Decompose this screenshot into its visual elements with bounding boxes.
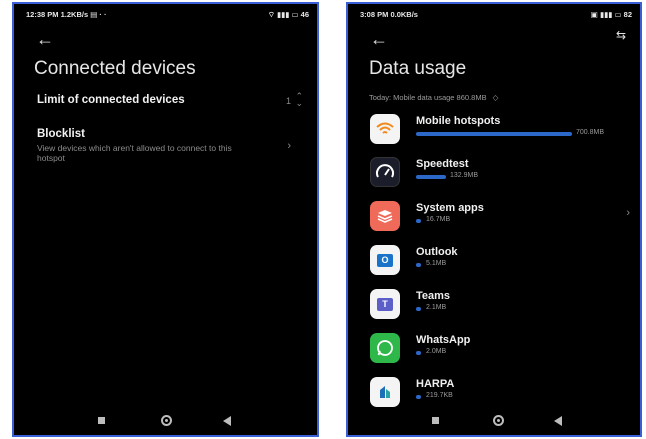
limit-devices-label: Limit of connected devices [37,94,185,106]
home-button[interactable] [161,415,172,426]
usage-bar [416,175,446,179]
usage-summary-text: Today: Mobile data usage 860.8MB [369,93,487,102]
status-time: 3:08 PM [360,10,389,19]
usage-value: 16.7MB [426,216,451,223]
app-row-system-apps[interactable]: System apps 16.7MB › [370,201,630,231]
outlook-icon: O [370,245,400,275]
back-arrow-icon[interactable]: ← [36,30,54,48]
app-name: Teams [416,290,451,302]
usage-bar [416,395,421,399]
up-down-chevron-icon: ⌃ ⌄ [295,91,303,108]
sort-icon[interactable]: ⇆ [616,29,626,41]
usage-value: 700.8MB [576,129,605,136]
teams-icon: T [370,289,400,319]
home-button[interactable] [493,415,504,426]
app-name: Outlook [416,246,458,258]
status-bar: 12:38 PM 1.2KB/s ▤ · · ⌔ ▮▮▮ ▭ 46 [26,10,309,22]
chevron-right-icon: › [626,207,630,219]
signal-icon: ▮▮▮ [599,10,613,19]
wifi-hotspot-icon [370,114,400,144]
sim-icon: ▣ [590,10,598,19]
usage-bar [416,219,421,223]
status-network-speed: 0.0KB/s [390,10,418,19]
usage-value: 2.0MB [426,348,447,355]
usage-value: 132.9MB [450,172,479,179]
signal-icon: ▮▮▮ [276,10,290,19]
usage-value: 5.1MB [426,260,447,267]
app-row-whatsapp[interactable]: WhatsApp 2.0MB [370,333,630,363]
limit-devices-value: 1 [285,96,291,106]
usage-value: 219.7KB [426,392,453,399]
whatsapp-icon [370,333,400,363]
back-arrow-icon[interactable]: ← [370,30,388,48]
back-button[interactable] [554,416,562,426]
app-row-outlook[interactable]: O Outlook 5.1MB [370,245,630,275]
app-name: HARPA [416,378,455,390]
system-apps-icon [370,201,400,231]
page-title: Connected devices [34,58,196,79]
app-row-speedtest[interactable]: Speedtest 132.9MB [370,157,630,187]
message-icon: ▤ · · [90,10,107,19]
recents-button[interactable] [432,417,439,424]
status-bar: 3:08 PM 0.0KB/s ▣ ▮▮▮ ▭ 82 [360,10,632,22]
usage-value: 2.1MB [426,304,447,311]
app-name: Speedtest [416,158,469,170]
recents-button[interactable] [98,417,105,424]
harpa-icon [370,377,400,407]
usage-bar [416,132,572,136]
usage-bar [416,263,421,267]
usage-summary[interactable]: Today: Mobile data usage 860.8MB ◇ [369,93,498,102]
blocklist-subtitle: View devices which aren't allowed to con… [37,143,232,163]
battery-level: 82 [623,10,632,19]
app-name: System apps [416,202,484,214]
app-row-mobile-hotspots[interactable]: Mobile hotspots 700.8MB [370,114,630,144]
battery-icon: ▭ [291,10,299,19]
status-time: 12:38 PM [26,10,59,19]
up-down-chevron-icon: ◇ [492,93,499,102]
usage-bar [416,307,421,311]
navigation-bar [14,413,317,427]
status-network-speed: 1.2KB/s [60,10,89,19]
battery-level: 46 [300,10,309,19]
usage-bar [416,351,421,355]
app-name: Mobile hotspots [416,115,501,127]
app-row-teams[interactable]: T Teams 2.1MB [370,289,630,319]
chevron-right-icon: › [287,140,291,152]
blocklist-row[interactable]: Blocklist View devices which aren't allo… [14,128,317,168]
speedtest-icon [370,157,400,187]
phone-screen-data-usage: 3:08 PM 0.0KB/s ▣ ▮▮▮ ▭ 82 ← ⇆ Data usag… [346,2,642,437]
page-title: Data usage [369,58,467,79]
battery-icon: ▭ [614,10,622,19]
phone-screen-connected-devices: 12:38 PM 1.2KB/s ▤ · · ⌔ ▮▮▮ ▭ 46 ← Conn… [12,2,319,437]
navigation-bar [348,413,640,427]
app-name: WhatsApp [416,334,471,346]
blocklist-title: Blocklist [37,128,85,140]
limit-devices-row[interactable]: Limit of connected devices 1 ⌃ ⌄ [14,92,317,114]
back-button[interactable] [223,416,231,426]
wifi-icon: ⌔ [267,10,275,19]
app-row-harpa[interactable]: HARPA 219.7KB [370,377,630,407]
